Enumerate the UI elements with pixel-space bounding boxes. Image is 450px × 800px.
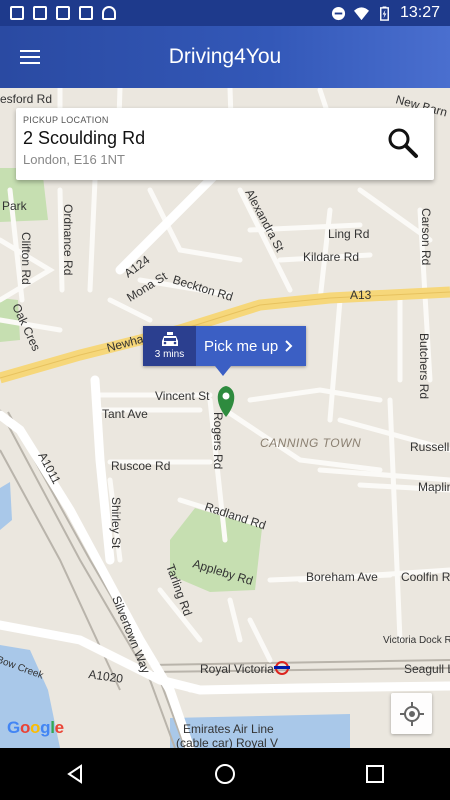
map-view[interactable]: esford Rd New Barn St Ordnance Rd Clifto… <box>0 88 450 748</box>
hamburger-menu-icon[interactable] <box>0 26 60 88</box>
map-label: Boreham Ave <box>306 570 378 584</box>
image-icon <box>33 6 47 20</box>
map-label: (cable car) Royal V <box>176 736 278 748</box>
eta-box: 3 mins <box>143 326 196 366</box>
battery-icon <box>380 5 389 21</box>
status-bar: 13:27 <box>0 0 450 26</box>
search-icon[interactable] <box>386 126 420 160</box>
map-label: Emirates Air Line <box>183 722 274 736</box>
chevron-right-icon <box>285 340 293 352</box>
system-icons: 13:27 <box>331 4 440 22</box>
pickup-label: PICKUP LOCATION <box>23 115 109 125</box>
map-label: Royal Victoria <box>200 662 274 676</box>
recents-button[interactable] <box>345 748 405 800</box>
pickup-street[interactable]: 2 Scoulding Rd <box>23 128 434 149</box>
map-label: Maplin <box>418 480 450 494</box>
notification-icons <box>10 6 116 20</box>
map-label: Coolfin R <box>401 570 450 584</box>
image-icon <box>10 6 24 20</box>
android-icon <box>102 6 116 20</box>
home-button[interactable] <box>195 748 255 800</box>
map-label: Tant Ave <box>102 407 148 421</box>
map-label: Butchers Rd <box>417 333 431 399</box>
map-label: Beckton Rd <box>171 272 234 304</box>
clock: 13:27 <box>399 4 440 21</box>
map-label: Clifton Rd <box>19 232 33 285</box>
home-icon <box>215 764 235 784</box>
map-label: Shirley St <box>109 497 123 549</box>
map-label: A1020 <box>88 667 125 686</box>
pickup-city: London, E16 1NT <box>23 152 125 167</box>
map-label: Victoria Dock Rd <box>383 635 450 646</box>
recents-icon <box>366 765 384 783</box>
app-bar: Driving4You <box>0 26 450 88</box>
water-area <box>0 482 12 530</box>
map-label: Vincent St <box>155 389 210 403</box>
dnd-icon <box>331 6 346 20</box>
map-label: Kildare Rd <box>303 250 359 264</box>
pick-me-up-button[interactable]: Pick me up <box>196 326 306 366</box>
pickup-location-card[interactable]: PICKUP LOCATION 2 Scoulding Rd London, E… <box>16 108 434 180</box>
map-label: Ling Rd <box>328 227 369 241</box>
bubble-tail <box>215 366 231 376</box>
map-label: A124 <box>122 252 153 280</box>
pick-me-up-label: Pick me up <box>204 337 279 355</box>
pickup-bubble[interactable]: 3 mins Pick me up <box>143 326 306 366</box>
map-label: Carson Rd <box>419 208 433 265</box>
app-title: Driving4You <box>168 45 282 68</box>
map-label: Russell <box>410 440 449 454</box>
map-label: Park <box>2 199 28 213</box>
my-location-button[interactable] <box>391 693 432 734</box>
back-icon <box>67 764 82 784</box>
taxi-icon <box>161 332 178 346</box>
my-location-icon <box>399 701 424 726</box>
briefcase-icon <box>79 6 93 20</box>
wifi-icon <box>353 6 369 20</box>
map-canvas[interactable]: esford Rd New Barn St Ordnance Rd Clifto… <box>0 88 450 748</box>
map-label: esford Rd <box>0 92 52 106</box>
map-label: Ordnance Rd <box>61 204 75 275</box>
map-label: Ruscoe Rd <box>111 459 170 473</box>
google-logo: Google <box>7 718 64 737</box>
eta-text: 3 mins <box>154 349 185 360</box>
download-icon <box>56 6 70 20</box>
back-button[interactable] <box>45 748 105 800</box>
map-label: A13 <box>350 288 372 302</box>
map-label: Rogers Rd <box>211 412 225 469</box>
navigation-bar <box>0 748 450 800</box>
area-label: CANNING TOWN <box>260 436 361 450</box>
map-label: Seagull L <box>404 662 450 676</box>
